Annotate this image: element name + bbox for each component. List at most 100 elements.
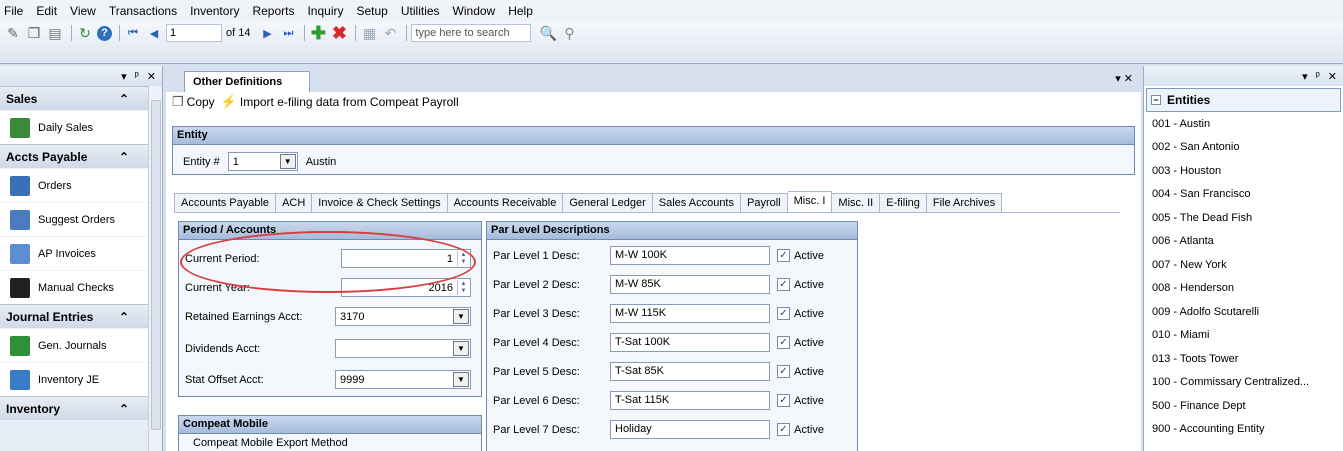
nav-item-gen-journals[interactable]: Gen. Journals bbox=[0, 328, 149, 362]
par-level-input[interactable]: T-Sat 115K bbox=[610, 391, 770, 410]
entity-list-item[interactable]: 003 - Houston bbox=[1144, 159, 1343, 183]
pin-icon[interactable]: ᵖ bbox=[1316, 70, 1320, 82]
entity-list-item[interactable]: 009 - Adolfo Scutarelli bbox=[1144, 300, 1343, 324]
active-checkbox[interactable]: ✓ bbox=[777, 278, 790, 291]
nav-item-inventory-je[interactable]: Inventory JE bbox=[0, 362, 149, 396]
par-level-input[interactable]: T-Sat 85K bbox=[610, 362, 770, 381]
active-checkbox[interactable]: ✓ bbox=[777, 365, 790, 378]
collapse-icon[interactable]: ⌃ bbox=[119, 310, 129, 324]
section-journal-entries[interactable]: Journal Entries ⌃ bbox=[0, 304, 149, 328]
chevron-down-icon[interactable]: ▼ bbox=[453, 372, 469, 387]
collapse-icon[interactable]: − bbox=[1151, 95, 1161, 105]
nav-item-orders[interactable]: Orders bbox=[0, 168, 149, 202]
save-icon[interactable]: ▦ bbox=[360, 24, 378, 42]
tab-other-definitions[interactable]: Other Definitions bbox=[184, 71, 310, 92]
section-sales[interactable]: Sales ⌃ bbox=[0, 86, 149, 110]
close-icon[interactable]: ✕ bbox=[147, 70, 156, 83]
tab-invoice-check-settings[interactable]: Invoice & Check Settings bbox=[312, 193, 448, 213]
menu-window[interactable]: Window bbox=[453, 4, 496, 18]
menu-reports[interactable]: Reports bbox=[252, 4, 294, 18]
pin-icon[interactable]: ᵖ bbox=[135, 70, 139, 82]
entity-list-item[interactable]: 900 - Accounting Entity bbox=[1144, 418, 1343, 442]
search-input[interactable]: type here to search bbox=[411, 24, 532, 42]
spin-arrows-icon[interactable]: ▲ ▼ bbox=[457, 280, 469, 295]
entity-list-item[interactable]: 013 - Toots Tower bbox=[1144, 347, 1343, 371]
collapse-icon[interactable]: ⌃ bbox=[119, 402, 129, 416]
entity-list-item[interactable]: 007 - New York bbox=[1144, 253, 1343, 277]
entity-list-item[interactable]: 002 - San Antonio bbox=[1144, 136, 1343, 160]
menu-utilities[interactable]: Utilities bbox=[401, 4, 440, 18]
menu-transactions[interactable]: Transactions bbox=[109, 4, 177, 18]
panel-controls[interactable]: ▾ ✕ bbox=[1115, 72, 1133, 85]
nav-item-ap-invoices[interactable]: AP Invoices bbox=[0, 236, 149, 270]
tab-file-archives[interactable]: File Archives bbox=[926, 193, 1003, 213]
last-record-icon[interactable]: ⏭ bbox=[279, 24, 297, 42]
pin-icon[interactable]: ✎ bbox=[4, 24, 22, 42]
tab-sales-accounts[interactable]: Sales Accounts bbox=[652, 193, 741, 213]
active-checkbox[interactable]: ✓ bbox=[777, 336, 790, 349]
tab-general-ledger[interactable]: General Ledger bbox=[563, 193, 653, 213]
chevron-down-icon[interactable]: ▼ bbox=[453, 341, 469, 356]
par-level-input[interactable]: Holiday bbox=[610, 420, 770, 439]
tab-accounts-receivable[interactable]: Accounts Receivable bbox=[447, 193, 564, 213]
current-year-spinner[interactable]: 2016 ▲ ▼ bbox=[341, 278, 471, 297]
paste-icon[interactable]: ▤ bbox=[46, 24, 64, 42]
help-icon[interactable]: ? bbox=[97, 25, 112, 41]
menu-file[interactable]: File bbox=[4, 4, 23, 18]
tab-accounts-payable[interactable]: Accounts Payable bbox=[174, 193, 277, 213]
spin-arrows-icon[interactable]: ▲ ▼ bbox=[457, 251, 469, 266]
dividends-select[interactable]: ▼ bbox=[335, 339, 471, 358]
copy-icon[interactable]: ❐ bbox=[172, 94, 184, 110]
tab-payroll[interactable]: Payroll bbox=[741, 193, 788, 213]
menu-inquiry[interactable]: Inquiry bbox=[307, 4, 343, 18]
chevron-down-icon[interactable]: ▼ bbox=[453, 309, 469, 324]
entities-tree-root[interactable]: − Entities bbox=[1146, 88, 1341, 112]
menu-setup[interactable]: Setup bbox=[357, 4, 388, 18]
scrollbar-thumb[interactable] bbox=[151, 100, 161, 430]
active-checkbox[interactable]: ✓ bbox=[777, 249, 790, 262]
active-checkbox[interactable]: ✓ bbox=[777, 423, 790, 436]
collapse-icon[interactable]: ⌃ bbox=[119, 150, 129, 164]
copy-icon[interactable]: ❐ bbox=[25, 24, 43, 42]
entity-list-item[interactable]: 004 - San Francisco bbox=[1144, 183, 1343, 207]
filter-icon[interactable]: ⚲ bbox=[560, 24, 578, 42]
active-checkbox[interactable]: ✓ bbox=[777, 307, 790, 320]
previous-record-icon[interactable]: ◀ bbox=[145, 24, 163, 42]
chevron-down-icon[interactable]: ▼ bbox=[279, 154, 296, 169]
entity-select[interactable]: 1 ▼ bbox=[227, 152, 298, 171]
import-icon[interactable]: ⚡ bbox=[221, 94, 237, 110]
menu-help[interactable]: Help bbox=[508, 4, 533, 18]
menu-inventory[interactable]: Inventory bbox=[190, 4, 239, 18]
entity-list-item[interactable]: 001 - Austin bbox=[1144, 112, 1343, 136]
entity-list-item[interactable]: 008 - Henderson bbox=[1144, 277, 1343, 301]
tab-e-filing[interactable]: E-filing bbox=[880, 193, 927, 213]
vertical-scrollbar[interactable] bbox=[148, 86, 162, 451]
dropdown-icon[interactable]: ▾ bbox=[1302, 70, 1308, 83]
par-level-input[interactable]: M-W 85K bbox=[610, 275, 770, 294]
page-number-input[interactable]: 1 bbox=[166, 24, 222, 42]
section-inventory[interactable]: Inventory ⌃ bbox=[0, 396, 149, 420]
section-accts-payable[interactable]: Accts Payable ⌃ bbox=[0, 144, 149, 168]
collapse-icon[interactable]: ⌃ bbox=[119, 92, 129, 106]
active-checkbox[interactable]: ✓ bbox=[777, 394, 790, 407]
entity-list-item[interactable]: 010 - Miami bbox=[1144, 324, 1343, 348]
search-icon[interactable]: 🔍 bbox=[539, 24, 557, 42]
refresh-icon[interactable]: ↻ bbox=[76, 24, 94, 42]
entity-list-item[interactable]: 100 - Commissary Centralized... bbox=[1144, 371, 1343, 395]
delete-icon[interactable]: ✖ bbox=[330, 23, 348, 43]
nav-item-daily-sales[interactable]: Daily Sales bbox=[0, 110, 149, 144]
nav-item-manual-checks[interactable]: Manual Checks bbox=[0, 270, 149, 304]
copy-button[interactable]: Copy bbox=[187, 95, 215, 109]
stat-offset-select[interactable]: 9999 ▼ bbox=[335, 370, 471, 389]
undo-icon[interactable]: ↶ bbox=[381, 24, 399, 42]
tab-ach[interactable]: ACH bbox=[276, 193, 313, 213]
import-button[interactable]: Import e-filing data from Compeat Payrol… bbox=[240, 95, 459, 109]
next-record-icon[interactable]: ▶ bbox=[258, 24, 276, 42]
close-icon[interactable]: ✕ bbox=[1328, 70, 1337, 83]
menu-view[interactable]: View bbox=[70, 4, 96, 18]
first-record-icon[interactable]: ⏮ bbox=[124, 24, 142, 42]
retained-earnings-select[interactable]: 3170 ▼ bbox=[335, 307, 471, 326]
dropdown-icon[interactable]: ▾ bbox=[121, 70, 127, 83]
par-level-input[interactable]: M-W 115K bbox=[610, 304, 770, 323]
entity-list-item[interactable]: 005 - The Dead Fish bbox=[1144, 206, 1343, 230]
